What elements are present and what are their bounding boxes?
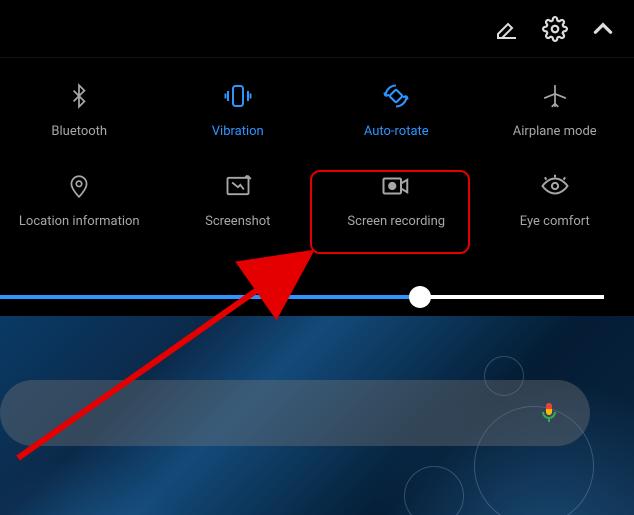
- tile-label: Bluetooth: [51, 124, 107, 139]
- tile-label: Airplane mode: [513, 124, 597, 139]
- tile-label: Vibration: [212, 124, 264, 139]
- tile-screenshot[interactable]: Screenshot: [159, 154, 318, 244]
- tile-label: Eye comfort: [520, 214, 590, 229]
- panel-header: [0, 0, 634, 58]
- tile-bluetooth[interactable]: Bluetooth: [0, 64, 159, 154]
- search-bar[interactable]: [0, 380, 590, 446]
- eye-icon: [539, 170, 571, 202]
- microphone-icon[interactable]: [534, 398, 564, 428]
- rotate-icon: [380, 80, 412, 112]
- tile-airplane[interactable]: Airplane mode: [476, 64, 634, 154]
- tiles-grid: Bluetooth Vibration Auto-rotate Airplane…: [0, 58, 634, 244]
- gear-icon[interactable]: [542, 16, 568, 42]
- screenshot-icon: [222, 170, 254, 202]
- tile-vibration[interactable]: Vibration: [159, 64, 318, 154]
- tile-label: Screen recording: [347, 214, 445, 229]
- search-input[interactable]: [26, 403, 534, 424]
- tile-eye-comfort[interactable]: Eye comfort: [476, 154, 634, 244]
- screen-record-icon: [380, 170, 412, 202]
- tile-screen-recording[interactable]: Screen recording: [317, 154, 476, 244]
- tile-label: Screenshot: [205, 214, 270, 229]
- brightness-slider[interactable]: [0, 282, 634, 312]
- tile-autorotate[interactable]: Auto-rotate: [317, 64, 476, 154]
- brightness-fill: [0, 295, 420, 299]
- brightness-thumb[interactable]: [409, 286, 431, 308]
- tile-location[interactable]: Location information: [0, 154, 159, 244]
- chevron-up-icon[interactable]: [590, 16, 616, 42]
- location-icon: [63, 170, 95, 202]
- bluetooth-icon: [63, 80, 95, 112]
- edit-icon[interactable]: [494, 16, 520, 42]
- brightness-track: [30, 295, 604, 299]
- quick-settings-panel: Bluetooth Vibration Auto-rotate Airplane…: [0, 0, 634, 316]
- tile-label: Auto-rotate: [364, 124, 429, 139]
- vibrate-icon: [222, 80, 254, 112]
- tile-label: Location information: [19, 214, 140, 229]
- airplane-icon: [539, 80, 571, 112]
